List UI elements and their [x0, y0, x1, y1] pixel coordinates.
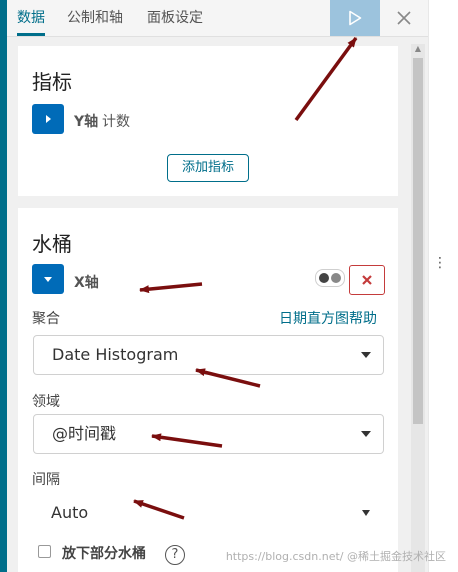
interval-select[interactable]: Auto	[33, 494, 382, 532]
right-gutter	[428, 0, 458, 572]
add-metric-button[interactable]: 添加指标	[167, 154, 249, 182]
drop-partial-checkbox[interactable]	[38, 545, 51, 558]
x-axis-collapse-button[interactable]	[32, 264, 64, 294]
drop-partial-label: 放下部分水桶	[62, 546, 146, 562]
metrics-title: 指标	[32, 70, 72, 94]
watermark-text: https://blog.csdn.net/ @稀土掘金技术社区	[225, 550, 446, 563]
buckets-section: 水桶 X轴 聚合 日期直方图帮助 Date Histogram 领域 @时间戳	[18, 208, 398, 572]
interval-value: Auto	[51, 503, 89, 522]
tab-panel-settings[interactable]: 面板设定	[147, 0, 203, 36]
x-axis-enable-toggle[interactable]	[315, 269, 345, 287]
left-accent-strip	[0, 0, 7, 572]
metrics-section: 指标 Y轴 计数 添加指标	[18, 46, 398, 196]
caret-down-icon	[361, 431, 371, 437]
aggregation-select[interactable]: Date Histogram	[33, 335, 384, 375]
y-axis-agg-label: 计数	[102, 114, 130, 130]
aggregation-label: 聚合	[32, 311, 60, 327]
x-axis-label: X轴	[74, 275, 99, 291]
toggle-knob	[319, 273, 329, 283]
chevron-down-icon	[44, 277, 52, 282]
x-icon	[362, 275, 372, 285]
remove-bucket-button[interactable]	[349, 265, 385, 295]
close-button[interactable]	[390, 0, 420, 36]
kebab-icon[interactable]: ⋮	[433, 256, 447, 270]
close-icon	[397, 11, 411, 25]
date-histogram-help-link[interactable]: 日期直方图帮助	[279, 308, 377, 328]
y-axis-label: Y轴	[74, 114, 99, 130]
field-label: 领域	[32, 394, 60, 410]
scrollbar-thumb[interactable]	[413, 58, 423, 424]
editor-panel: 数据 公制和轴 面板设定 ▲ 指标 Y轴 计数 添加指标 水桶 X轴 聚合 日期…	[7, 0, 428, 572]
field-value: @时间戳	[52, 424, 117, 443]
caret-down-icon	[362, 510, 370, 516]
apply-button[interactable]	[330, 0, 380, 36]
tab-metrics-axes[interactable]: 公制和轴	[67, 0, 123, 36]
field-select[interactable]: @时间戳	[33, 414, 384, 454]
buckets-title: 水桶	[32, 232, 72, 256]
interval-label: 间隔	[32, 472, 60, 488]
play-icon	[349, 10, 362, 26]
y-axis-expand-button[interactable]	[32, 104, 64, 134]
tab-bar: 数据 公制和轴 面板设定	[7, 0, 428, 37]
caret-down-icon	[361, 352, 371, 358]
toggle-track-dot	[331, 273, 341, 283]
chevron-right-icon	[46, 115, 51, 123]
scroll-up-icon[interactable]: ▲	[413, 44, 423, 54]
question-icon[interactable]: ?	[165, 545, 185, 565]
aggregation-value: Date Histogram	[52, 345, 179, 364]
tab-data[interactable]: 数据	[17, 0, 45, 36]
